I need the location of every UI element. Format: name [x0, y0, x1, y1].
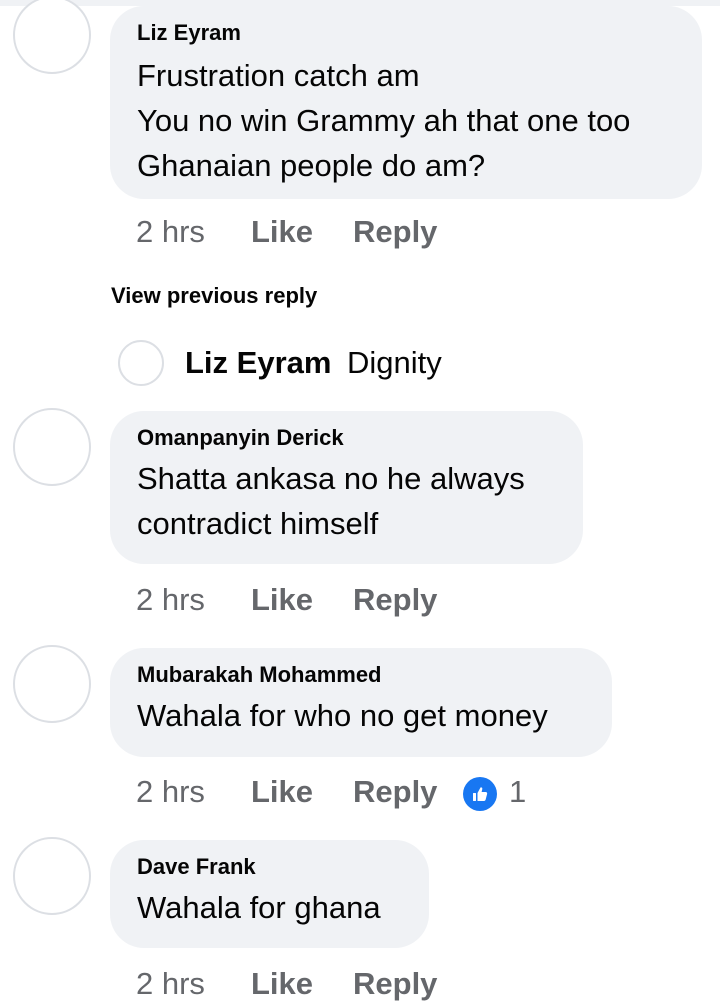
reply-button[interactable]: Reply: [353, 772, 437, 812]
reply-text: Dignity: [347, 345, 442, 380]
comment-text-line: Shatta ankasa no he always: [137, 461, 525, 496]
comment-author[interactable]: Dave Frank: [137, 854, 402, 880]
comment-author[interactable]: Liz Eyram: [137, 20, 675, 46]
view-previous-reply-link[interactable]: View previous reply: [111, 282, 317, 310]
avatar[interactable]: [13, 408, 91, 486]
comment-text-line: contradict himself: [137, 506, 379, 541]
comment-bubble: Mubarakah Mohammed Wahala for who no get…: [110, 648, 612, 757]
comment-text-line: You no win Grammy ah that one too: [137, 103, 631, 138]
thumbs-up-glyph: [473, 787, 488, 801]
reaction-count[interactable]: 1: [509, 772, 526, 812]
comment-timestamp[interactable]: 2 hrs: [136, 212, 205, 252]
comment-text-line: Wahala for who no get money: [137, 698, 548, 733]
like-button[interactable]: Like: [251, 772, 313, 812]
comment-actions: 2 hrs Like Reply: [136, 212, 536, 252]
comment-author[interactable]: Omanpanyin Derick: [137, 425, 556, 451]
reply-button[interactable]: Reply: [353, 964, 437, 1004]
comment-text-line: Wahala for ghana: [137, 890, 381, 925]
avatar[interactable]: [13, 0, 91, 74]
reply-author[interactable]: Liz Eyram: [185, 344, 331, 382]
comment-author[interactable]: Mubarakah Mohammed: [137, 662, 585, 688]
comment-bubble: Dave Frank Wahala for ghana: [110, 840, 429, 948]
avatar[interactable]: [13, 837, 91, 915]
reply-button[interactable]: Reply: [353, 580, 437, 620]
comment-bubble: Liz Eyram Frustration catch am You no wi…: [110, 6, 702, 199]
avatar[interactable]: [118, 340, 164, 386]
comment-text-line: Frustration catch am: [137, 58, 420, 93]
comment-actions: 2 hrs Like Reply 1: [136, 772, 556, 812]
comment-actions: 2 hrs Like Reply: [136, 964, 536, 1002]
comment-timestamp[interactable]: 2 hrs: [136, 964, 205, 1004]
avatar[interactable]: [13, 645, 91, 723]
like-button[interactable]: Like: [251, 580, 313, 620]
reply-button[interactable]: Reply: [353, 212, 437, 252]
like-button[interactable]: Like: [251, 964, 313, 1004]
thumbs-up-icon[interactable]: [463, 777, 497, 811]
comment-timestamp[interactable]: 2 hrs: [136, 772, 205, 812]
comment-actions: 2 hrs Like Reply: [136, 580, 536, 620]
like-button[interactable]: Like: [251, 212, 313, 252]
comment-text-line: Ghanaian people do am?: [137, 148, 486, 183]
comment-timestamp[interactable]: 2 hrs: [136, 580, 205, 620]
comment-bubble: Omanpanyin Derick Shatta ankasa no he al…: [110, 411, 583, 564]
